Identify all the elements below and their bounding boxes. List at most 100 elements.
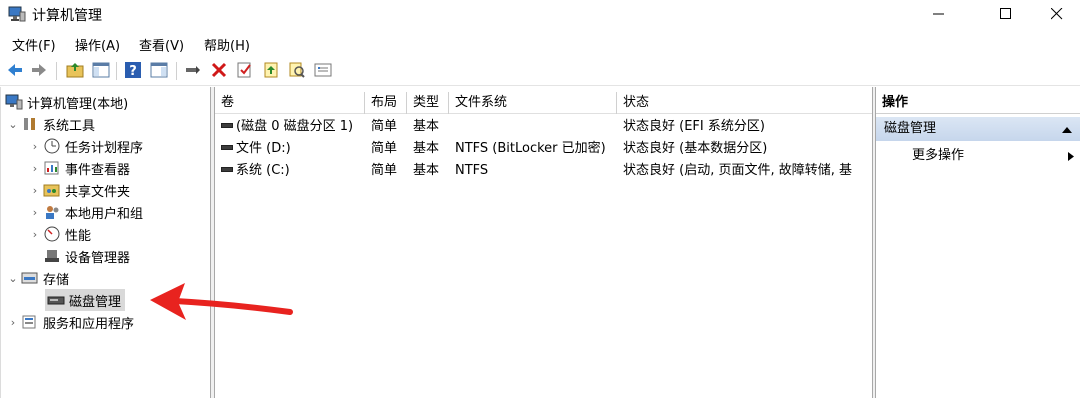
cell-volume: 文件 (D:) bbox=[215, 138, 365, 160]
toolbar: ? bbox=[0, 56, 1080, 86]
collapse-up-icon[interactable] bbox=[1062, 126, 1072, 133]
volume-list: 卷 布局 类型 文件系统 状态 (磁盘 0 磁盘分区 1) 简单 基本 状态良好… bbox=[215, 87, 872, 398]
column-header-status[interactable]: 状态 bbox=[617, 92, 872, 114]
table-row[interactable]: 系统 (C:) 简单 基本 NTFS 状态良好 (启动, 页面文件, 故障转储,… bbox=[215, 160, 872, 182]
clock-icon bbox=[44, 138, 60, 154]
tree-item-event-viewer[interactable]: › 事件查看器 bbox=[29, 157, 130, 179]
event-viewer-icon bbox=[44, 161, 59, 175]
services-icon bbox=[22, 315, 36, 329]
close-icon bbox=[1051, 8, 1063, 20]
cell-layout: 简单 bbox=[371, 163, 398, 178]
svg-text:?: ? bbox=[129, 64, 137, 79]
console-tree: 计算机管理(本地) ⌄ 系统工具 › 任务计划程序 › 事件查看器 › 共享文件… bbox=[0, 87, 211, 398]
table-row[interactable]: 文件 (D:) 简单 基本 NTFS (BitLocker 已加密) 状态良好 … bbox=[215, 138, 872, 160]
tree-label-local-users: 本地用户和组 bbox=[65, 206, 144, 222]
show-hide-tree-icon[interactable] bbox=[92, 61, 110, 79]
connect-icon[interactable] bbox=[184, 61, 202, 79]
chevron-right-icon[interactable]: › bbox=[29, 140, 41, 153]
up-folder-icon[interactable] bbox=[66, 61, 84, 79]
device-manager-icon bbox=[45, 250, 59, 262]
tree-label-performance: 性能 bbox=[65, 228, 92, 244]
column-header-layout[interactable]: 布局 bbox=[365, 92, 407, 114]
tree-label-root: 计算机管理(本地) bbox=[27, 96, 129, 112]
menu-view[interactable]: 查看(V) bbox=[139, 35, 184, 54]
maximize-icon bbox=[1000, 8, 1011, 19]
cell-layout: 简单 bbox=[371, 141, 398, 156]
cell-filesystem: NTFS (BitLocker 已加密) bbox=[455, 141, 606, 156]
cell-layout: 简单 bbox=[371, 119, 398, 134]
tree-item-performance[interactable]: › 性能 bbox=[29, 223, 91, 245]
chevron-right-icon[interactable]: › bbox=[29, 206, 41, 219]
tree-label-task-scheduler: 任务计划程序 bbox=[65, 140, 144, 156]
chevron-right-icon[interactable]: › bbox=[7, 316, 19, 329]
chevron-right-icon[interactable]: › bbox=[29, 162, 41, 175]
computer-management-icon bbox=[8, 6, 26, 22]
volume-icon bbox=[221, 145, 233, 150]
minimize-icon bbox=[933, 13, 944, 15]
actions-header: 操作 bbox=[876, 92, 1080, 114]
tree-item-task-scheduler[interactable]: › 任务计划程序 bbox=[29, 135, 143, 157]
tree-item-services-apps[interactable]: › 服务和应用程序 bbox=[7, 311, 134, 333]
maximize-button[interactable] bbox=[983, 0, 1029, 28]
chevron-down-icon[interactable]: ⌄ bbox=[7, 118, 19, 131]
forward-arrow-icon[interactable] bbox=[30, 61, 48, 79]
tree-item-storage[interactable]: ⌄ 存储 bbox=[7, 267, 69, 289]
cell-type: 基本 bbox=[413, 141, 440, 156]
menu-help[interactable]: 帮助(H) bbox=[204, 35, 250, 54]
tree-label-event-viewer: 事件查看器 bbox=[65, 162, 131, 178]
tools-icon bbox=[24, 118, 35, 130]
disk-management-icon bbox=[47, 296, 65, 305]
cell-filesystem: NTFS bbox=[455, 163, 489, 178]
storage-icon bbox=[21, 272, 38, 284]
chevron-right-icon[interactable]: › bbox=[29, 228, 41, 241]
column-header-type[interactable]: 类型 bbox=[407, 92, 449, 114]
menu-bar: 文件(F) 操作(A) 查看(V) 帮助(H) bbox=[0, 30, 1080, 56]
volume-name: (磁盘 0 磁盘分区 1) bbox=[236, 119, 354, 134]
cell-volume: 系统 (C:) bbox=[215, 160, 365, 182]
window-title: 计算机管理 bbox=[32, 8, 102, 24]
tree-label-device-manager: 设备管理器 bbox=[65, 250, 131, 266]
search-icon[interactable] bbox=[288, 61, 306, 79]
volume-name: 系统 (C:) bbox=[236, 163, 290, 178]
tree-item-local-users[interactable]: › 本地用户和组 bbox=[29, 201, 143, 223]
table-header: 卷 布局 类型 文件系统 状态 bbox=[215, 92, 872, 114]
actions-section-disk-management[interactable]: 磁盘管理 bbox=[876, 117, 1080, 141]
cell-status: 状态良好 (EFI 系统分区) bbox=[623, 119, 765, 134]
tree-label-shared-folders: 共享文件夹 bbox=[65, 184, 131, 200]
tree-item-device-manager[interactable]: 设备管理器 bbox=[41, 245, 130, 267]
tree-item-root[interactable]: 计算机管理(本地) bbox=[5, 91, 128, 113]
menu-file[interactable]: 文件(F) bbox=[12, 35, 56, 54]
export-list-icon[interactable] bbox=[262, 61, 280, 79]
show-action-pane-icon[interactable] bbox=[150, 61, 168, 79]
cell-type: 基本 bbox=[413, 163, 440, 178]
cell-type: 基本 bbox=[413, 119, 440, 134]
volume-name: 文件 (D:) bbox=[236, 141, 291, 156]
more-actions-item[interactable]: 更多操作 bbox=[876, 144, 1080, 168]
menu-action[interactable]: 操作(A) bbox=[75, 35, 120, 54]
tree-label-disk-management: 磁盘管理 bbox=[69, 294, 122, 310]
properties-icon[interactable] bbox=[236, 61, 254, 79]
settings-list-icon[interactable] bbox=[314, 61, 332, 79]
shared-folder-icon bbox=[43, 184, 60, 197]
red-arrow-annotation bbox=[150, 283, 293, 320]
actions-pane: 操作 磁盘管理 更多操作 bbox=[876, 87, 1080, 398]
computer-management-icon bbox=[5, 94, 23, 110]
volume-icon bbox=[221, 123, 233, 128]
column-header-volume[interactable]: 卷 bbox=[215, 92, 365, 114]
close-button[interactable] bbox=[1034, 0, 1080, 28]
tree-item-system-tools[interactable]: ⌄ 系统工具 bbox=[7, 113, 95, 135]
help-icon[interactable]: ? bbox=[124, 61, 142, 79]
actions-section-label: 磁盘管理 bbox=[884, 121, 937, 136]
chevron-down-icon[interactable]: ⌄ bbox=[7, 272, 19, 285]
tree-item-disk-management[interactable]: 磁盘管理 bbox=[45, 289, 126, 311]
delete-icon[interactable] bbox=[210, 61, 228, 79]
tree-item-shared-folders[interactable]: › 共享文件夹 bbox=[29, 179, 130, 201]
title-bar: 计算机管理 bbox=[0, 0, 1080, 30]
minimize-button[interactable] bbox=[916, 0, 962, 28]
chevron-right-icon[interactable]: › bbox=[29, 184, 41, 197]
table-row[interactable]: (磁盘 0 磁盘分区 1) 简单 基本 状态良好 (EFI 系统分区) bbox=[215, 116, 872, 138]
users-icon bbox=[46, 206, 59, 219]
back-arrow-icon[interactable] bbox=[6, 61, 24, 79]
submenu-arrow-icon bbox=[1068, 152, 1074, 161]
column-header-filesystem[interactable]: 文件系统 bbox=[449, 92, 617, 114]
